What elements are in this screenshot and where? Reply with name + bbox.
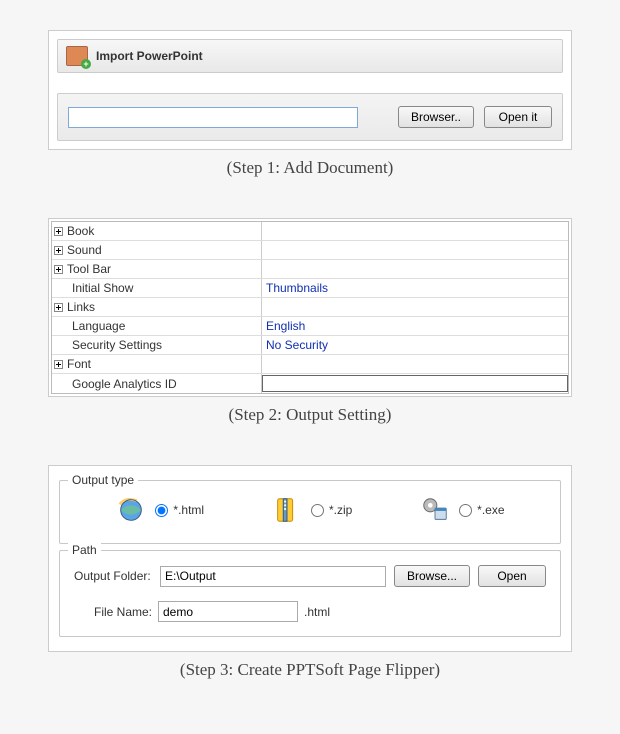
settings-value: [262, 355, 568, 373]
settings-value: [262, 260, 568, 278]
file-ext-label: .html: [304, 605, 330, 619]
powerpoint-import-icon: [66, 46, 88, 66]
import-button[interactable]: Import PowerPoint: [57, 39, 563, 73]
output-folder-input[interactable]: [160, 566, 386, 587]
settings-key: Sound: [67, 241, 102, 259]
output-type-exe: *.exe: [419, 495, 504, 525]
settings-row[interactable]: Google Analytics ID: [52, 374, 568, 393]
settings-row[interactable]: Book: [52, 222, 568, 241]
step2-caption: (Step 2: Output Setting): [30, 405, 590, 425]
file-name-label: File Name:: [94, 605, 152, 619]
browse-folder-button[interactable]: Browse...: [394, 565, 470, 587]
output-type-zip: *.zip: [271, 495, 352, 525]
source-row: Browser.. Open it: [57, 93, 563, 141]
file-name-input[interactable]: [158, 601, 298, 622]
settings-key: Initial Show: [72, 279, 133, 297]
globe-icon: [115, 495, 147, 525]
settings-value: [262, 222, 568, 240]
settings-row[interactable]: Font: [52, 355, 568, 374]
settings-row[interactable]: Sound: [52, 241, 568, 260]
settings-value: No Security: [262, 336, 568, 354]
expand-icon[interactable]: [54, 360, 63, 369]
settings-key: Google Analytics ID: [72, 375, 177, 393]
output-type-legend: Output type: [68, 473, 138, 487]
settings-row[interactable]: Tool Bar: [52, 260, 568, 279]
settings-value: [262, 241, 568, 259]
radio-html[interactable]: *.html: [155, 503, 204, 517]
radio-exe[interactable]: *.exe: [459, 503, 504, 517]
settings-row[interactable]: Links: [52, 298, 568, 317]
settings-value: Thumbnails: [262, 279, 568, 297]
settings-row[interactable]: Language English: [52, 317, 568, 336]
settings-key: Security Settings: [72, 336, 162, 354]
import-label: Import PowerPoint: [96, 49, 203, 63]
source-path-input[interactable]: [68, 107, 358, 128]
output-folder-label: Output Folder:: [74, 569, 152, 583]
settings-value: [262, 298, 568, 316]
expand-icon[interactable]: [54, 246, 63, 255]
settings-value: English: [262, 317, 568, 335]
exe-gear-icon: [419, 495, 451, 525]
settings-grid: BookSoundTool BarInitial Show Thumbnails L…: [51, 221, 569, 394]
path-fieldset: Path Output Folder: Browse... Open File …: [59, 550, 561, 637]
settings-key: Language: [72, 317, 125, 335]
output-type-fieldset: Output type *.html *.zip *.exe: [59, 480, 561, 544]
settings-key: Book: [67, 222, 94, 240]
settings-key: Tool Bar: [67, 260, 111, 278]
settings-value-input[interactable]: [262, 375, 568, 392]
output-type-html: *.html: [115, 495, 204, 525]
step3-panel: Output type *.html *.zip *.exe Path Outp…: [48, 465, 572, 652]
zip-icon: [271, 495, 303, 525]
settings-row[interactable]: Initial Show Thumbnails: [52, 279, 568, 298]
expand-icon[interactable]: [54, 303, 63, 312]
settings-key: Font: [67, 355, 91, 373]
settings-row[interactable]: Security Settings No Security: [52, 336, 568, 355]
step1-panel: Import PowerPoint Browser.. Open it: [48, 30, 572, 150]
path-legend: Path: [68, 543, 101, 557]
expand-icon[interactable]: [54, 227, 63, 236]
radio-zip[interactable]: *.zip: [311, 503, 352, 517]
open-folder-button[interactable]: Open: [478, 565, 546, 587]
step3-caption: (Step 3: Create PPTSoft Page Flipper): [30, 660, 590, 680]
open-button[interactable]: Open it: [484, 106, 552, 128]
settings-key: Links: [67, 298, 95, 316]
step1-caption: (Step 1: Add Document): [30, 158, 590, 178]
step2-panel: BookSoundTool BarInitial Show Thumbnails L…: [48, 218, 572, 397]
expand-icon[interactable]: [54, 265, 63, 274]
browse-button[interactable]: Browser..: [398, 106, 474, 128]
